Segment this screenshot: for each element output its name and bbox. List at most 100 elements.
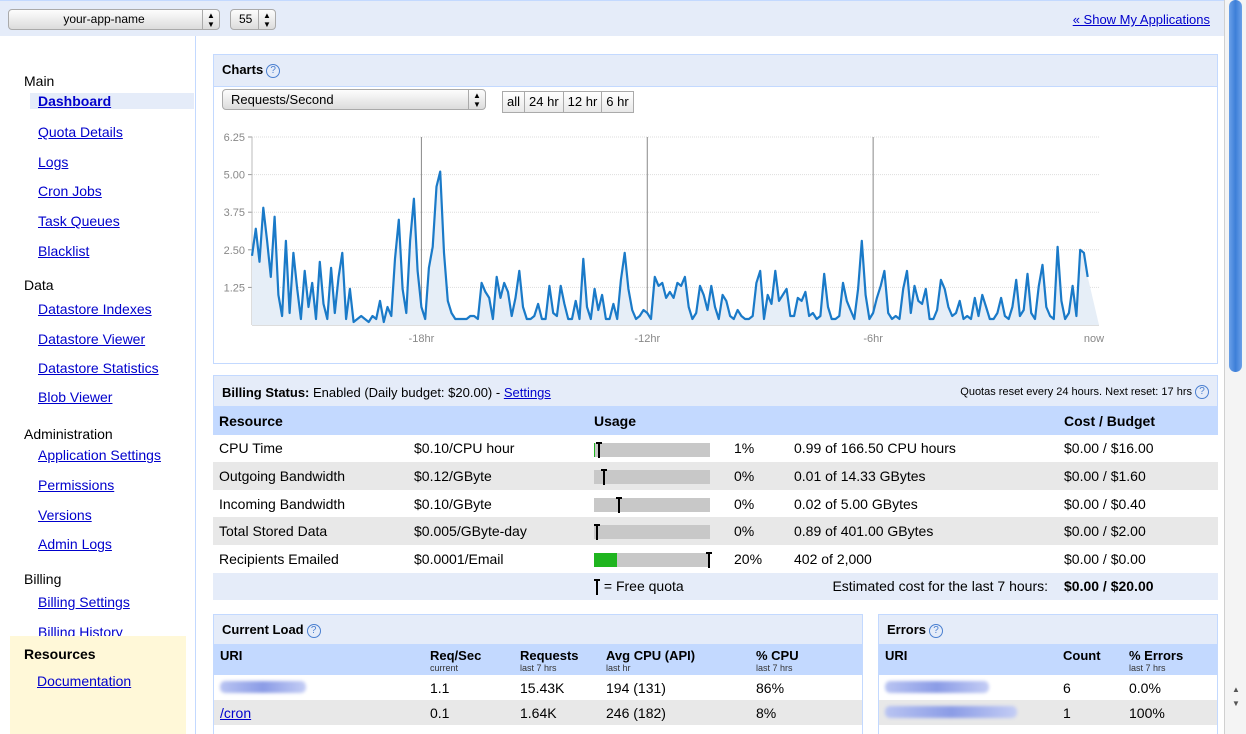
sidebar-item-admin-logs[interactable]: Admin Logs: [38, 536, 112, 552]
sidebar-item-cron-jobs[interactable]: Cron Jobs: [38, 183, 102, 199]
errors-count: 6: [1063, 679, 1071, 696]
y-tick-label: 6.25: [224, 132, 245, 144]
metric-select[interactable]: Requests/Second ▲ ▼: [222, 89, 486, 110]
load-avg-cpu: 194 (131): [606, 679, 666, 696]
sidebar-item-dashboard[interactable]: Dashboard: [30, 93, 194, 109]
redacted-uri-link[interactable]: [885, 705, 1017, 718]
billing-resource: Recipients Emailed: [219, 550, 339, 567]
sidebar-item-application-settings[interactable]: Application Settings: [38, 447, 161, 463]
billing-rate: $0.12/GByte: [408, 462, 588, 490]
sidebar-section-data: Data: [24, 277, 54, 293]
table-row: 1.1 15.43K 194 (131) 86%: [214, 675, 862, 700]
billing-cost: $0.00 / $0.00: [1064, 550, 1146, 567]
billing-header-usage: Usage: [588, 407, 1058, 435]
billing-pct: 0%: [728, 517, 788, 545]
billing-pct: 1%: [734, 440, 755, 457]
redacted-uri-link[interactable]: [220, 680, 306, 693]
billing-resource: Incoming Bandwidth: [219, 495, 346, 512]
load-col-uri: URI: [214, 645, 424, 675]
free-quota-marker-icon: [706, 551, 712, 568]
billing-row: CPU Time $0.10/CPU hour 1% 0.99 of 166.50 C…: [213, 435, 1218, 463]
requests-chart: 6.25 5.00 3.75 2.50 1.25 -18hr -12hr -6hr now: [224, 132, 1105, 345]
sidebar-item-quota-details[interactable]: Quota Details: [38, 124, 123, 140]
sidebar-item-logs[interactable]: Logs: [38, 154, 68, 170]
y-tick-label: 2.50: [224, 245, 245, 257]
sidebar-item-versions[interactable]: Versions: [38, 507, 92, 523]
errors-pct: 0.0%: [1129, 679, 1161, 696]
load-col-avg-cpu: Avg CPU (API) last hr: [600, 645, 750, 675]
errors-col-count: Count: [1057, 645, 1123, 675]
app-select-value: your-app-name: [63, 12, 145, 26]
help-icon[interactable]: ?: [929, 624, 944, 638]
sidebar-section-administration: Administration: [24, 426, 113, 442]
billing-pct: 0%: [734, 495, 755, 512]
billing-cost: $0.00 / $0.40: [1064, 495, 1146, 512]
sidebar-item-blob-viewer[interactable]: Blob Viewer: [38, 389, 112, 405]
billing-pct: 20%: [734, 550, 763, 567]
free-quota-legend: = Free quota: [603, 577, 684, 594]
sidebar-item-task-queues[interactable]: Task Queues: [38, 213, 120, 229]
billing-rate: $0.005/GByte-day: [408, 517, 588, 545]
load-pct-cpu: 86%: [756, 679, 785, 696]
app-select[interactable]: your-app-name ▲ ▼: [8, 9, 220, 30]
range-24hr-button[interactable]: 24 hr: [525, 92, 564, 112]
sidebar-item-datastore-statistics[interactable]: Datastore Statistics: [38, 360, 159, 376]
range-all-button[interactable]: all: [503, 92, 526, 112]
help-icon[interactable]: ?: [1195, 385, 1209, 399]
scroll-down-arrow-icon[interactable]: ▼: [1229, 698, 1243, 710]
help-icon[interactable]: ?: [266, 64, 281, 78]
current-load-title: Current Load: [222, 622, 304, 637]
uri-link[interactable]: /cron: [220, 705, 251, 721]
version-select[interactable]: 55 ▲ ▼: [230, 9, 276, 30]
billing-row: Outgoing Bandwidth $0.12/GByte 0% 0.01 of 1…: [213, 462, 1218, 490]
billing-rate: $0.10/GByte: [414, 495, 492, 512]
billing-settings-link[interactable]: Settings: [504, 385, 551, 400]
scrollbar-thumb[interactable]: [1229, 0, 1242, 372]
version-select-value: 55: [239, 12, 253, 26]
errors-title: Errors: [887, 622, 927, 637]
billing-amount: 0.99 of 166.50 CPU hours: [794, 440, 956, 457]
free-quota-marker-icon: [594, 579, 600, 595]
billing-header-resource: Resource: [213, 407, 408, 435]
x-tick-label: -12hr: [634, 333, 660, 345]
charts-header: Charts?: [214, 55, 1217, 87]
billing-header-rate: [408, 407, 588, 435]
sidebar-item-billing-settings[interactable]: Billing Settings: [38, 594, 130, 610]
x-tick-label: -18hr: [409, 333, 435, 345]
load-col-requests: Requests last 7 hrs: [514, 645, 600, 675]
x-tick-label: now: [1084, 333, 1104, 345]
resources-title: Resources: [24, 646, 96, 662]
documentation-link[interactable]: Documentation: [37, 673, 131, 689]
show-my-applications-link[interactable]: « Show My Applications: [1073, 12, 1210, 27]
sidebar-item-datastore-viewer[interactable]: Datastore Viewer: [38, 331, 145, 347]
sidebar-item-datastore-indexes[interactable]: Datastore Indexes: [38, 301, 152, 317]
free-quota-marker-icon: [596, 441, 603, 458]
errors-panel: Errors? URI Count % Errors last 7 hrs 6 0…: [878, 614, 1218, 734]
billing-amount: 0.01 of 14.33 GBytes: [788, 462, 1058, 490]
billing-status-text: Enabled (Daily budget: $20.00) -: [313, 385, 501, 400]
billing-status-label: Billing Status:: [222, 385, 310, 400]
vertical-scrollbar[interactable]: ▲ ▼: [1224, 0, 1246, 734]
billing-resource: Total Stored Data: [213, 517, 408, 545]
load-req-sec: 1.1: [430, 679, 450, 696]
x-tick-label: -6hr: [863, 333, 883, 345]
current-load-panel: Current Load? URI Req/Sec current Request…: [213, 614, 863, 734]
sidebar-item-permissions[interactable]: Permissions: [38, 477, 114, 493]
charts-panel: Charts? Requests/Second ▲ ▼ all 24 hr 12 …: [213, 54, 1218, 364]
billing-cost: $0.00 / $2.00: [1058, 517, 1218, 545]
errors-table: URI Count % Errors last 7 hrs 6 0.0% 1 10…: [879, 645, 1217, 725]
errors-col-uri: URI: [879, 645, 1057, 675]
range-6hr-button[interactable]: 6 hr: [602, 92, 632, 112]
billing-rate: $0.10/CPU hour: [414, 440, 515, 457]
help-icon[interactable]: ?: [306, 624, 321, 638]
free-quota-marker-icon: [600, 469, 607, 486]
scroll-up-arrow-icon[interactable]: ▲: [1229, 684, 1243, 696]
billing-table: Resource Usage Cost / Budget CPU Time $0.…: [213, 407, 1218, 601]
sidebar-item-blacklist[interactable]: Blacklist: [38, 243, 89, 259]
charts-title: Charts: [222, 62, 264, 77]
range-12hr-button[interactable]: 12 hr: [564, 92, 603, 112]
redacted-uri-link[interactable]: [885, 680, 989, 693]
billing-amount: 402 of 2,000: [794, 550, 872, 567]
quota-reset-text: Quotas reset every 24 hours. Next reset:…: [960, 386, 1192, 398]
billing-cost: $0.00 / $16.00: [1064, 440, 1154, 457]
